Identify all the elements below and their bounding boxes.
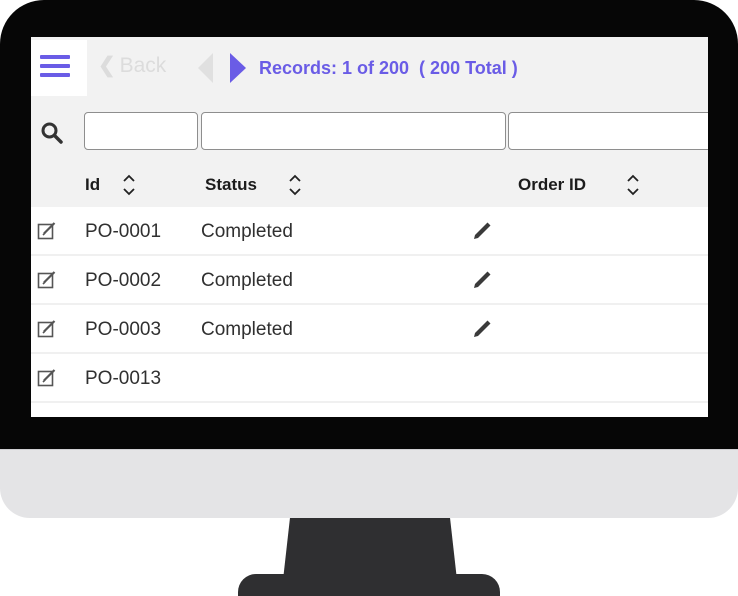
edit-record-icon[interactable]: [37, 221, 57, 241]
records-counter: Records: 1 of 200 ( 200 Total ): [259, 58, 518, 78]
back-label: Back: [119, 54, 167, 77]
column-header-id[interactable]: Id: [85, 175, 100, 195]
sort-icon[interactable]: [122, 172, 136, 198]
cell-status: Completed: [201, 221, 293, 242]
toolbar: ❮ Back Records: 1 of 200 ( 200 Total ): [31, 37, 708, 99]
back-button[interactable]: ❮ Back: [98, 53, 166, 79]
cell-status: Completed: [201, 319, 293, 340]
pencil-icon[interactable]: [471, 269, 493, 291]
cell-id: PO-0001: [85, 221, 162, 242]
table-row[interactable]: PO-0001 Completed: [31, 207, 708, 256]
monitor-stand-neck: [283, 518, 457, 580]
hamburger-menu-icon[interactable]: [31, 40, 87, 96]
column-header-order-id[interactable]: Order ID: [518, 175, 586, 195]
cell-status: Completed: [201, 270, 293, 291]
sort-icon[interactable]: [626, 172, 640, 198]
pencil-icon[interactable]: [471, 318, 493, 340]
column-header-status[interactable]: Status: [205, 175, 257, 195]
table-row[interactable]: PO-0002 Completed: [31, 256, 708, 305]
sort-icon[interactable]: [288, 172, 302, 198]
cell-id: PO-0002: [85, 270, 162, 291]
filter-id-input[interactable]: [84, 112, 198, 150]
table-row[interactable]: PO-0013: [31, 354, 708, 403]
cell-id: PO-0013: [85, 368, 162, 389]
chevron-left-icon: ❮: [98, 54, 116, 77]
filter-status-input[interactable]: [201, 112, 506, 150]
filter-order-id-input[interactable]: [508, 112, 708, 150]
monitor-divider: [0, 449, 738, 450]
monitor-stand-base: [238, 574, 500, 596]
triangle-right-icon[interactable]: [230, 53, 246, 83]
edit-record-icon[interactable]: [37, 368, 57, 388]
table-row[interactable]: [31, 403, 708, 417]
app-screen: ❮ Back Records: 1 of 200 ( 200 Total ) Id…: [31, 37, 708, 417]
triangle-left-icon[interactable]: [198, 53, 213, 83]
monitor-chin: [0, 449, 738, 518]
edit-record-icon[interactable]: [37, 270, 57, 290]
search-icon[interactable]: [40, 121, 64, 145]
edit-record-icon[interactable]: [37, 319, 57, 339]
table-row[interactable]: PO-0003 Completed: [31, 305, 708, 354]
cell-id: PO-0003: [85, 319, 162, 340]
pencil-icon[interactable]: [471, 220, 493, 242]
table-header: Id Status Order ID: [31, 161, 708, 207]
